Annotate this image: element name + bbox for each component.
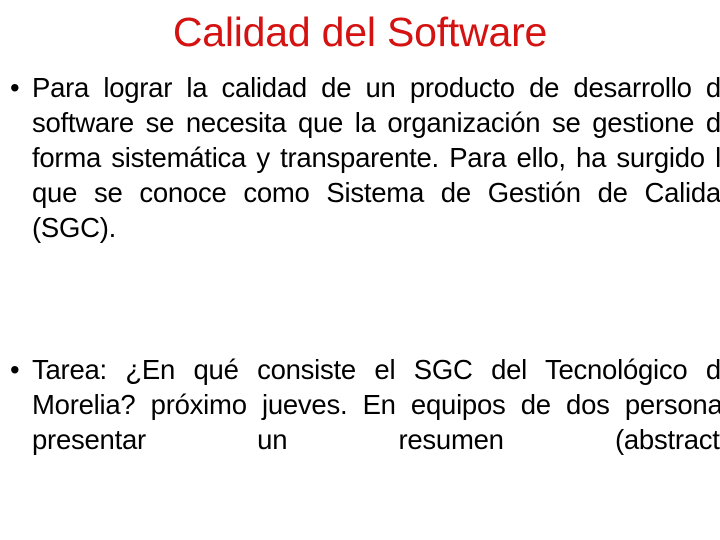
bullet-item-1-text: Para lograr la calidad de un producto de… [32, 72, 720, 243]
slide-canvas: Calidad del Software • Para lograr la ca… [0, 0, 720, 540]
bullet-item-2-text: Tarea: ¿En qué consiste el SGC del Tecno… [32, 354, 720, 455]
page-title: Calidad del Software [172, 9, 548, 55]
bullet-item-1: • Para lograr la calidad de un producto … [8, 70, 720, 280]
bullet-marker-icon: • [10, 72, 20, 103]
bullet-marker-icon: • [10, 354, 20, 385]
bullet-item-2: • Tarea: ¿En qué consiste el SGC del Tec… [8, 352, 720, 492]
